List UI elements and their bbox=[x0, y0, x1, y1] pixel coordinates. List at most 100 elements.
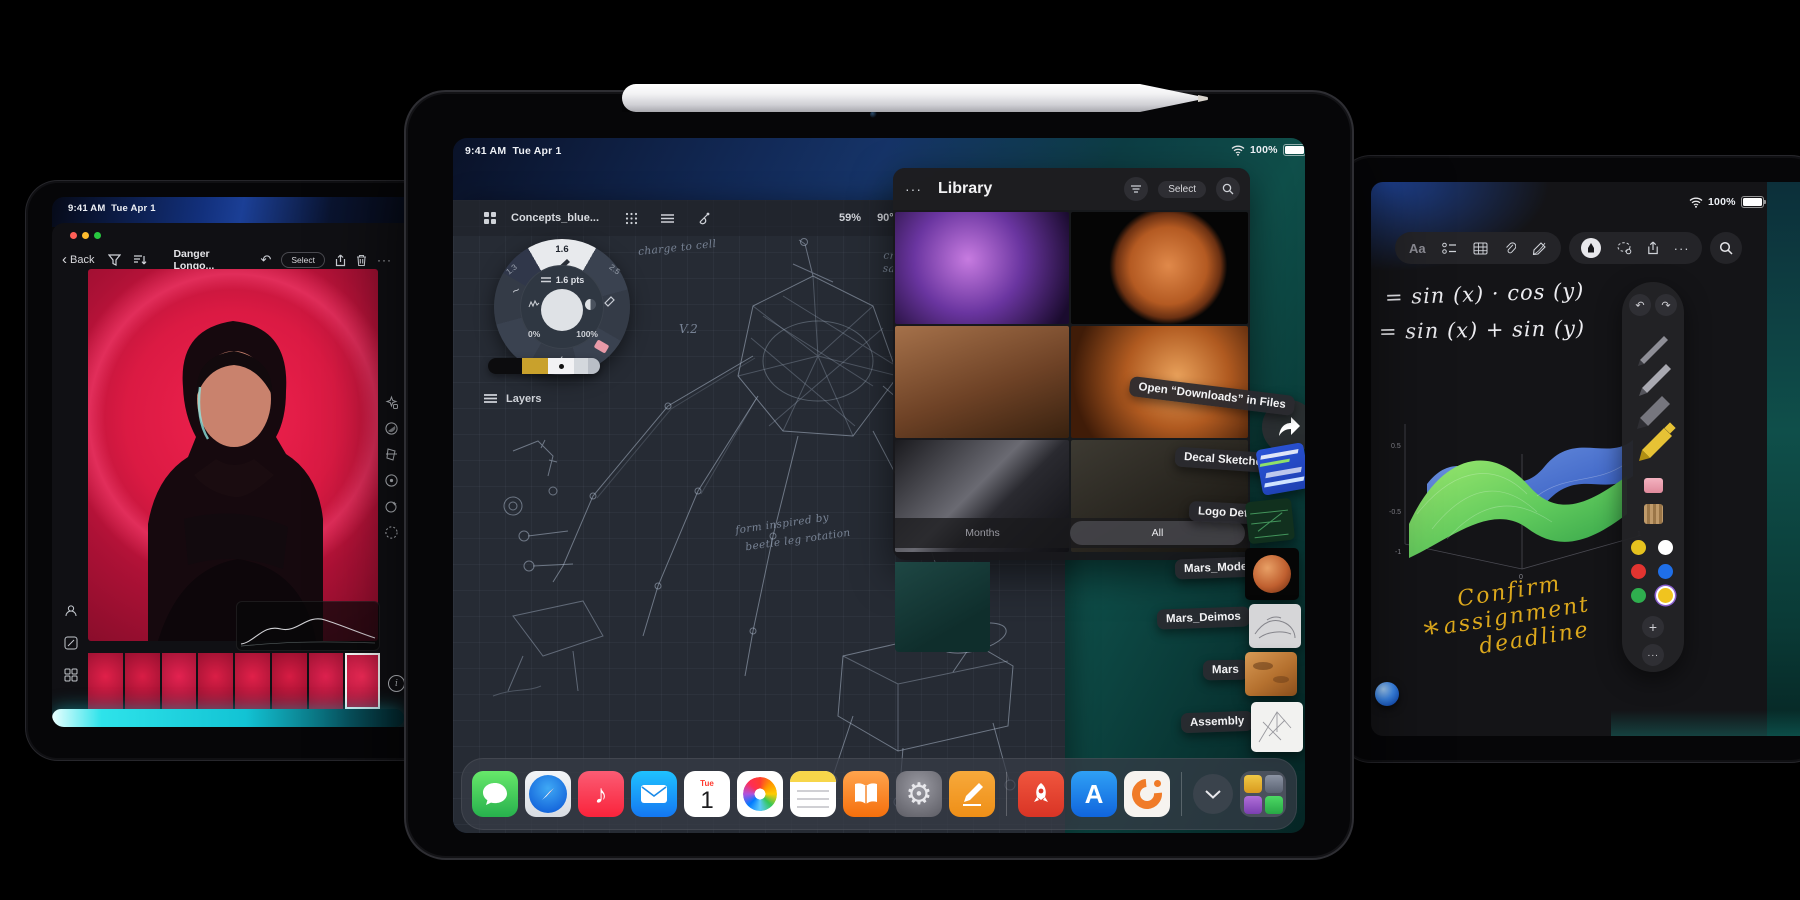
filmstrip-thumb-selected[interactable] bbox=[345, 653, 380, 709]
brush-wheel[interactable]: 1.6 1.3 2.5 ~ 1.6 pts 0% bbox=[494, 239, 630, 375]
filmstrip-thumb[interactable] bbox=[162, 653, 197, 709]
drag-thumb-mars-model[interactable] bbox=[1245, 548, 1299, 600]
auto-enhance-icon[interactable] bbox=[378, 389, 404, 415]
library-overflow-photo[interactable] bbox=[895, 562, 990, 652]
layers-button[interactable]: Layers bbox=[483, 392, 541, 405]
dock-collapse-button[interactable] bbox=[1193, 774, 1233, 814]
info-button[interactable]: i bbox=[388, 675, 405, 692]
dock-app-photos[interactable] bbox=[737, 771, 783, 817]
dock-app-rocket[interactable] bbox=[1018, 771, 1064, 817]
text-style-button[interactable]: Aa bbox=[1409, 241, 1426, 256]
window-controls[interactable] bbox=[70, 232, 101, 239]
add-tool-button[interactable]: + bbox=[1642, 616, 1664, 638]
close-window-icon[interactable] bbox=[70, 232, 77, 239]
undo-button[interactable]: ↶ bbox=[1629, 294, 1651, 316]
eraser-tool-icon[interactable] bbox=[1644, 478, 1663, 493]
drag-thumb-assembly[interactable] bbox=[1251, 702, 1303, 752]
library-photo-nebula[interactable] bbox=[895, 212, 1069, 324]
filmstrip-thumb[interactable] bbox=[198, 653, 233, 709]
drag-label-assembly[interactable]: Assembly bbox=[1181, 711, 1254, 734]
color-white[interactable] bbox=[1658, 540, 1673, 555]
color-yellow[interactable] bbox=[1631, 540, 1646, 555]
dot-grid-icon[interactable] bbox=[625, 212, 638, 225]
filmstrip-thumb[interactable] bbox=[235, 653, 270, 709]
minimize-window-icon[interactable] bbox=[82, 232, 89, 239]
shape-guide-icon[interactable] bbox=[697, 211, 711, 225]
selective-color-icon[interactable] bbox=[378, 467, 404, 493]
dock-app-calendar[interactable]: Tue 1 bbox=[684, 771, 730, 817]
drag-label-mars[interactable]: Mars bbox=[1203, 660, 1248, 681]
photo-canvas[interactable] bbox=[88, 269, 378, 641]
dock-app-messages[interactable] bbox=[472, 771, 518, 817]
library-more-button[interactable]: ··· bbox=[905, 181, 922, 197]
dock-app-notes[interactable] bbox=[790, 771, 836, 817]
drag-thumb-mars-deimos[interactable] bbox=[1249, 604, 1301, 648]
zoom-level[interactable]: 59% bbox=[839, 212, 861, 224]
checklist-icon[interactable] bbox=[1442, 242, 1457, 255]
edit-mask-icon[interactable] bbox=[59, 627, 83, 659]
dock-app-music[interactable]: ♪ bbox=[578, 771, 624, 817]
library-search-button[interactable] bbox=[1216, 177, 1240, 201]
back-button[interactable]: ‹ Back bbox=[62, 254, 94, 266]
share-note-icon[interactable] bbox=[1647, 241, 1659, 255]
dock-app-settings[interactable]: ⚙ bbox=[896, 771, 942, 817]
concepts-doc-title[interactable]: Concepts_blue... bbox=[511, 212, 599, 224]
color-red[interactable] bbox=[1631, 564, 1646, 579]
white-balance-icon[interactable] bbox=[378, 415, 404, 441]
segment-all[interactable]: All bbox=[1070, 521, 1245, 545]
slider-handle[interactable] bbox=[548, 358, 574, 374]
drag-thumb-decal[interactable] bbox=[1255, 442, 1305, 496]
crop-perspective-icon[interactable] bbox=[378, 441, 404, 467]
drag-thumb-logo[interactable] bbox=[1245, 498, 1295, 545]
share-icon[interactable] bbox=[335, 254, 346, 267]
lasso-select-icon[interactable] bbox=[1616, 241, 1632, 255]
color-slider[interactable] bbox=[488, 358, 600, 374]
layers-stack-icon[interactable] bbox=[660, 212, 675, 225]
palette-more-button[interactable]: ··· bbox=[1642, 644, 1664, 666]
thumbnail-grid-icon[interactable] bbox=[59, 659, 83, 691]
sort-icon[interactable] bbox=[133, 254, 147, 266]
color-green[interactable] bbox=[1631, 588, 1646, 603]
color-yellow-selected[interactable] bbox=[1658, 588, 1673, 603]
wheel-core[interactable] bbox=[541, 289, 583, 331]
more-icon[interactable]: ··· bbox=[377, 253, 392, 267]
library-photo-dunes[interactable] bbox=[895, 326, 1069, 438]
healing-icon[interactable] bbox=[378, 519, 404, 545]
segment-months[interactable]: Months bbox=[895, 527, 1070, 539]
filter-funnel-icon[interactable] bbox=[108, 254, 121, 266]
people-icon[interactable] bbox=[59, 595, 83, 627]
retouch-icon[interactable] bbox=[378, 493, 404, 519]
trash-icon[interactable] bbox=[356, 254, 367, 267]
filmstrip-thumb[interactable] bbox=[272, 653, 307, 709]
search-note-button[interactable] bbox=[1710, 232, 1742, 264]
filmstrip-thumb[interactable] bbox=[309, 653, 344, 709]
rotation-value[interactable]: 90° bbox=[877, 212, 894, 224]
drag-thumb-mars[interactable] bbox=[1245, 652, 1297, 696]
dock-app-mail[interactable] bbox=[631, 771, 677, 817]
library-select-button[interactable]: Select bbox=[1158, 181, 1206, 198]
select-button[interactable]: Select bbox=[281, 252, 325, 268]
dock-app-library[interactable] bbox=[1240, 771, 1286, 817]
pen-tool-active-icon[interactable] bbox=[1581, 238, 1601, 258]
library-filter-button[interactable] bbox=[1124, 177, 1148, 201]
dock-app-appstore[interactable]: A bbox=[1071, 771, 1117, 817]
drag-label-mars-deimos[interactable]: Mars_Deimos bbox=[1157, 606, 1250, 629]
filmstrip-thumb[interactable] bbox=[125, 653, 160, 709]
undo-icon[interactable]: ↶ bbox=[260, 252, 271, 268]
note-more-icon[interactable]: ··· bbox=[1674, 241, 1690, 256]
zoom-window-icon[interactable] bbox=[94, 232, 101, 239]
dock-app-creative[interactable] bbox=[1124, 771, 1170, 817]
redo-button[interactable]: ↷ bbox=[1655, 294, 1677, 316]
library-photo-mars-planet[interactable] bbox=[1071, 212, 1248, 324]
filmstrip-thumb[interactable] bbox=[88, 653, 123, 709]
markup-pen-icon[interactable] bbox=[1532, 241, 1547, 255]
dock-app-books[interactable] bbox=[843, 771, 889, 817]
home-grid-icon[interactable] bbox=[483, 211, 497, 225]
dock-app-safari[interactable] bbox=[525, 771, 571, 817]
pen-tools-stack[interactable] bbox=[1626, 326, 1680, 466]
attachment-paperclip-icon[interactable] bbox=[1504, 241, 1516, 255]
color-blue[interactable] bbox=[1658, 564, 1673, 579]
blender-tool-icon[interactable] bbox=[1644, 504, 1663, 524]
dock-app-pages[interactable] bbox=[949, 771, 995, 817]
table-icon[interactable] bbox=[1473, 242, 1488, 255]
